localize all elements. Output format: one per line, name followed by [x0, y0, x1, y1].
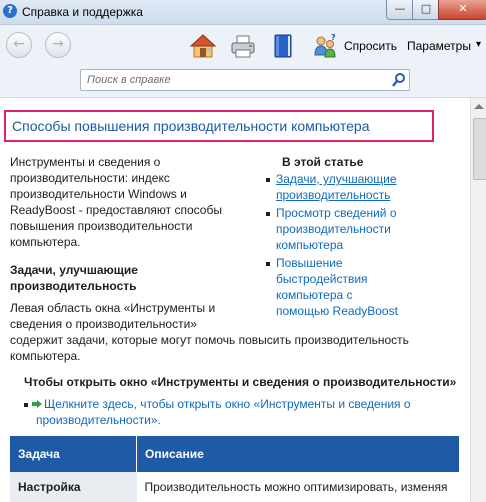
toc-bullet [266, 262, 270, 266]
toc-link[interactable]: производительность [276, 187, 456, 203]
section-line: сведения о производительности» [10, 317, 197, 331]
ask-button[interactable]: Спросить [344, 39, 397, 53]
open-title: Чтобы открыть окно «Инструменты и сведен… [24, 375, 457, 389]
toc-link[interactable]: Просмотр сведений о [276, 205, 456, 221]
open-link-line[interactable]: Щелкните здесь, чтобы открыть окно «Инст… [44, 396, 464, 412]
search-box [80, 69, 410, 91]
toc-item[interactable]: Задачи, улучшающие производительность [276, 171, 456, 203]
section-title: Задачи, улучшающие производительность [10, 262, 138, 294]
article-content: Способы повышения производительности ком… [0, 98, 470, 502]
intro-line: повышения производительности [10, 219, 193, 233]
table-header-description: Описание [136, 436, 460, 472]
heading-highlight: Способы повышения производительности ком… [4, 110, 434, 142]
open-link[interactable]: Щелкните здесь, чтобы открыть окно «Инст… [36, 396, 464, 428]
toc-item[interactable]: Просмотр сведений о производительности к… [276, 205, 456, 253]
scroll-up-arrow-icon[interactable] [474, 104, 484, 109]
forward-arrow-icon: → [52, 36, 64, 52]
toc-bullet [266, 178, 270, 182]
vertical-scrollbar[interactable] [470, 98, 486, 502]
section-title-line: производительность [10, 279, 137, 293]
toc-link[interactable]: Задачи, улучшающие [276, 171, 456, 187]
search-icon[interactable] [391, 72, 407, 88]
toc-link[interactable]: быстродействия [276, 271, 456, 287]
toolbar: ← → ? Спросить Параметры ▾ [0, 25, 486, 67]
people-question-icon[interactable]: ? [312, 33, 338, 59]
help-icon: ? [3, 4, 17, 18]
section-line: Левая область окна «Инструменты и [10, 301, 216, 315]
section-paragraph: Левая область окна «Инструменты и сведен… [10, 300, 465, 364]
printer-icon[interactable] [230, 33, 256, 59]
title-bar: ? Справка и поддержка — □ ✕ [0, 0, 486, 25]
search-row [0, 67, 486, 98]
table-row: Настройка Производительность можно оптим… [10, 472, 460, 502]
section-line: компьютера. [10, 349, 81, 363]
open-bullet [24, 403, 28, 407]
table-header-row: Задача Описание [10, 436, 460, 472]
section-line: содержит задачи, которые могут помочь по… [10, 333, 409, 347]
toc-bullet [266, 212, 270, 216]
close-button[interactable]: ✕ [438, 0, 486, 20]
section-title-line: Задачи, улучшающие [10, 263, 138, 277]
table-cell-task: Настройка [10, 472, 137, 502]
page-title: Способы повышения производительности ком… [12, 118, 370, 134]
scroll-thumb[interactable] [473, 118, 486, 180]
intro-line: производительности: индекс [10, 171, 170, 185]
tasks-table: Задача Описание Настройка Производительн… [10, 436, 460, 502]
toc-link[interactable]: Повышение [276, 255, 456, 271]
back-arrow-icon: ← [13, 36, 25, 52]
open-link-line[interactable]: производительности». [36, 412, 464, 428]
svg-text:?: ? [331, 33, 336, 42]
table-cell-description: Производительность можно оптимизировать,… [136, 472, 460, 502]
intro-line: компьютера. [10, 235, 81, 249]
options-dropdown-arrow[interactable]: ▾ [476, 39, 481, 50]
minimize-button[interactable]: — [386, 0, 414, 20]
window-title: Справка и поддержка [22, 5, 143, 19]
back-button[interactable]: ← [6, 32, 32, 58]
green-arrow-icon [32, 400, 42, 408]
intro-paragraph: Инструменты и сведения о производительно… [10, 154, 250, 250]
forward-button[interactable]: → [45, 32, 71, 58]
table-header-task: Задача [10, 436, 137, 472]
book-icon[interactable] [270, 33, 296, 59]
intro-line: ReadyBoost - предоставляют способы [10, 203, 222, 217]
intro-line: производительности Windows и [10, 187, 187, 201]
home-icon[interactable] [190, 33, 216, 59]
search-input[interactable] [87, 72, 377, 87]
maximize-button[interactable]: □ [412, 0, 440, 20]
toc-title: В этой статье [282, 155, 364, 169]
intro-line: Инструменты и сведения о [10, 155, 161, 169]
toc-link[interactable]: производительности [276, 221, 456, 237]
toc-link[interactable]: компьютера [276, 237, 456, 253]
options-button[interactable]: Параметры [407, 39, 471, 53]
